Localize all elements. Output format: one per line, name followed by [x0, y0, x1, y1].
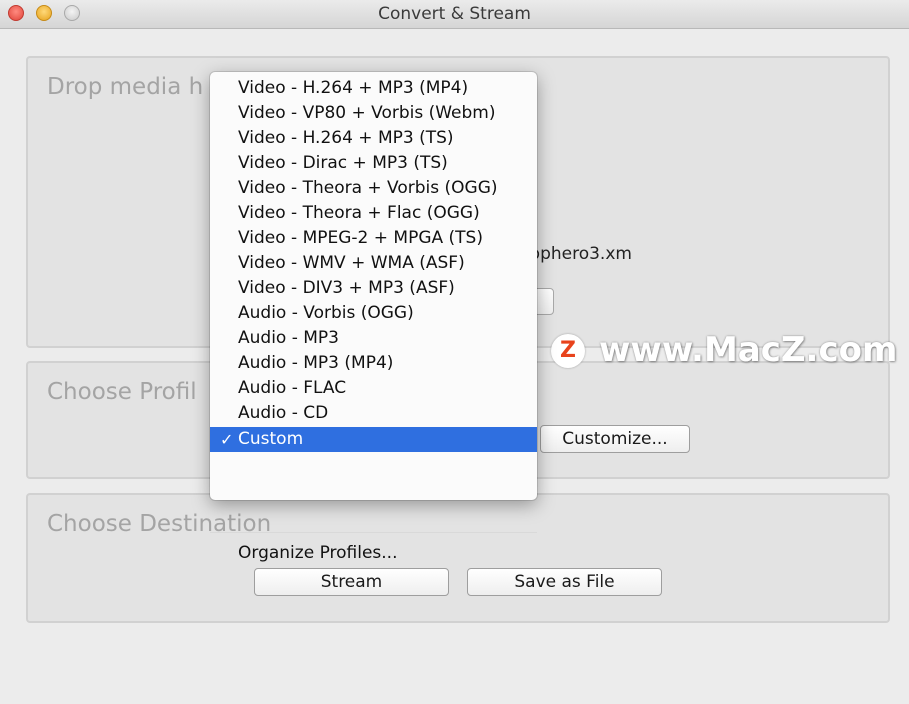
profile-menu-item[interactable]: Audio - FLAC: [210, 376, 537, 401]
profile-menu-item[interactable]: Video - DIV3 + MP3 (ASF): [210, 276, 537, 301]
profile-menu-item-label: Video - Theora + Vorbis (OGG): [238, 178, 498, 198]
save-as-file-button[interactable]: Save as File: [467, 568, 662, 596]
choose-destination-title: Choose Destination: [47, 511, 272, 537]
customize-button[interactable]: Customize...: [540, 425, 690, 453]
profile-menu-item[interactable]: Video - MPEG-2 + MPGA (TS): [210, 226, 537, 251]
profile-menu-item-label: Audio - Vorbis (OGG): [238, 303, 414, 323]
checkmark-icon: ✓: [220, 430, 234, 449]
profile-menu-item-label: Video - H.264 + MP3 (TS): [238, 128, 454, 148]
profile-menu-item-label: Video - VP80 + Vorbis (Webm): [238, 103, 496, 123]
drop-media-title: Drop media h: [47, 74, 204, 100]
choose-profile-title: Choose Profil: [47, 379, 197, 405]
profile-dropdown-menu: Video - H.264 + MP3 (MP4) Video - VP80 + …: [210, 72, 537, 563]
profile-menu-item-label: Custom: [238, 429, 304, 449]
profile-menu-item[interactable]: Video - Dirac + MP3 (TS): [210, 151, 537, 176]
profile-menu-item-label: Video - H.264 + MP3 (MP4): [238, 78, 469, 98]
profile-menu-item[interactable]: Video - Theora + Flac (OGG): [210, 201, 537, 226]
stream-button[interactable]: Stream: [254, 568, 449, 596]
profile-menu-list: Video - H.264 + MP3 (MP4) Video - VP80 + …: [210, 76, 537, 452]
profile-menu-item[interactable]: Audio - Vorbis (OGG): [210, 301, 537, 326]
macz-watermark-text: www.MacZ.com: [599, 330, 898, 370]
profile-menu-item[interactable]: Video - WMV + WMA (ASF): [210, 251, 537, 276]
profile-menu-item-label: Video - Dirac + MP3 (TS): [238, 153, 448, 173]
profile-menu-item[interactable]: Video - Theora + Vorbis (OGG): [210, 176, 537, 201]
profile-menu-item-label: Video - DIV3 + MP3 (ASF): [238, 278, 455, 298]
profile-menu-item-label: Video - MPEG-2 + MPGA (TS): [238, 228, 483, 248]
profile-menu-item[interactable]: Video - H.264 + MP3 (MP4): [210, 76, 537, 101]
title-bar: Convert & Stream: [0, 0, 909, 29]
organize-profiles-item[interactable]: Organize Profiles...: [210, 541, 537, 566]
profile-menu-item[interactable]: Audio - MP3 (MP4): [210, 351, 537, 376]
profile-menu-item-label: Audio - CD: [238, 403, 329, 423]
macz-logo-letter: Z: [560, 338, 576, 363]
window-title: Convert & Stream: [378, 4, 531, 24]
profile-menu-item-label: Audio - FLAC: [238, 378, 347, 398]
profile-menu-item-label: Audio - MP3 (MP4): [238, 353, 394, 373]
macz-logo-icon: Z: [551, 334, 585, 368]
profile-menu-item[interactable]: Audio - MP3: [210, 326, 537, 351]
profile-menu-item[interactable]: ✓ Custom: [210, 427, 537, 452]
profile-menu-item[interactable]: Audio - CD: [210, 401, 537, 426]
profile-menu-item[interactable]: Video - H.264 + MP3 (TS): [210, 126, 537, 151]
profile-menu-item-label: Audio - MP3: [238, 328, 339, 348]
profile-menu-item-label: Video - Theora + Flac (OGG): [238, 203, 480, 223]
convert-stream-window: Convert & Stream Drop media h sapphero3.…: [0, 0, 909, 704]
profile-menu-item-label: Video - WMV + WMA (ASF): [238, 253, 465, 273]
profile-menu-item[interactable]: Video - VP80 + Vorbis (Webm): [210, 101, 537, 126]
menu-separator: [210, 532, 537, 533]
